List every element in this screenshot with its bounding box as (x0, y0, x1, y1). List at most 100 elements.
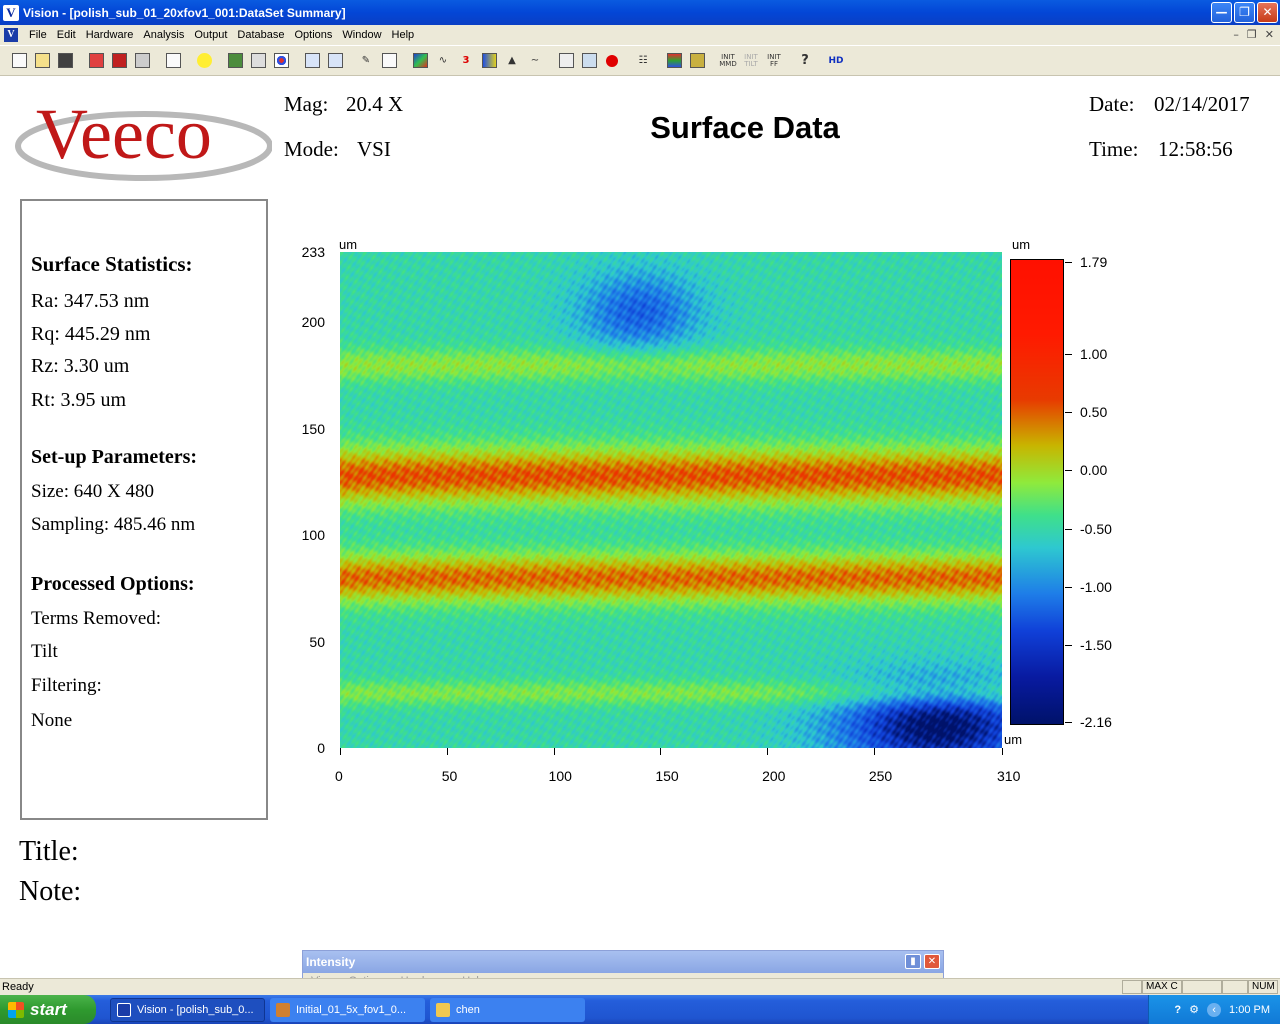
print-icon[interactable] (131, 50, 153, 72)
peak-icon[interactable]: ▲ (501, 50, 523, 72)
restore-button[interactable]: ❐ (1234, 2, 1255, 23)
filter-icon[interactable]: ☷ (632, 50, 654, 72)
vision-icon (117, 1003, 131, 1017)
init-tilt-icon[interactable]: INIT TILT (740, 50, 762, 72)
init-mmd-icon[interactable]: INIT MMD (717, 50, 739, 72)
x-tick-mark (340, 748, 341, 755)
table2-icon[interactable] (324, 50, 346, 72)
title-label: Title: (19, 836, 79, 867)
copy-icon[interactable] (378, 50, 400, 72)
help-tray-icon[interactable]: ? (1174, 1004, 1181, 1016)
chevron-left-icon[interactable]: ‹ (1207, 1002, 1222, 1017)
intensity-close-button[interactable]: ✕ (924, 954, 940, 969)
mdi-close-button[interactable]: ✕ (1265, 28, 1274, 41)
tool-icon[interactable] (663, 50, 685, 72)
menu-hardware[interactable]: Hardware (81, 29, 139, 41)
toolbar: ✎ ∿ 3 ▲ ∼ ☷ INIT MMD INIT TILT INIT FF ?… (0, 46, 1280, 76)
x-tick-mark (660, 748, 662, 755)
task-vision[interactable]: Vision - [polish_sub_0... (110, 998, 265, 1022)
hd-icon[interactable]: HD (825, 50, 847, 72)
minimize-button[interactable]: — (1211, 2, 1232, 23)
mdi-controls: – ❐ ✕ (1233, 28, 1274, 41)
colorbar-tick-mark (1065, 722, 1072, 723)
start-label: start (30, 999, 67, 1019)
menu-analysis[interactable]: Analysis (138, 29, 189, 41)
page-icon[interactable] (162, 50, 184, 72)
print-red-icon[interactable] (85, 50, 107, 72)
x-tick-label: 150 (655, 768, 679, 784)
document-icon[interactable]: V (4, 28, 18, 42)
surface-statistics-heading: Surface Statistics: (31, 252, 193, 276)
x-tick-mark (1002, 748, 1003, 755)
light-icon[interactable] (193, 50, 215, 72)
save-icon[interactable] (54, 50, 76, 72)
status-text: Ready (2, 981, 34, 993)
time-value: 12:58:56 (1158, 137, 1233, 161)
clock[interactable]: 1:00 PM (1229, 1004, 1270, 1016)
task-chen-label: chen (456, 1004, 480, 1016)
mdi-minimize-button[interactable]: – (1233, 28, 1239, 41)
3d-icon[interactable]: 3 (455, 50, 477, 72)
start-button[interactable]: start (0, 995, 96, 1024)
menu-database[interactable]: Database (232, 29, 289, 41)
init-ff-icon[interactable]: INIT FF (763, 50, 785, 72)
close-button[interactable]: ✕ (1257, 2, 1278, 23)
x-tick-label: 50 (441, 768, 458, 784)
table-icon[interactable] (301, 50, 323, 72)
task-vision-label: Vision - [polish_sub_0... (137, 1004, 254, 1016)
intensity-titlebar[interactable]: Intensity ▮ ✕ (303, 951, 943, 973)
stat-ra: Ra: 347.53 nm (31, 290, 150, 312)
window-title: Vision - [polish_sub_01_20xfov1_001:Data… (23, 5, 346, 20)
window-titlebar: V Vision - [polish_sub_01_20xfov1_001:Da… (0, 0, 1280, 25)
ruler-icon[interactable]: ✎ (355, 50, 377, 72)
colorbar-tick-mark (1065, 586, 1072, 588)
task-chen[interactable]: chen (430, 998, 585, 1022)
x-tick-mark (873, 748, 875, 755)
task-initial[interactable]: Initial_01_5x_fov1_0... (270, 998, 425, 1022)
database-icon[interactable] (224, 50, 246, 72)
save-red-icon[interactable] (108, 50, 130, 72)
colorbar-tick-label: -0.50 (1080, 520, 1112, 537)
menu-file[interactable]: File (24, 29, 52, 41)
menu-output[interactable]: Output (189, 29, 232, 41)
dots-icon[interactable] (270, 50, 292, 72)
surface-height-map[interactable] (340, 252, 1002, 748)
task-initial-label: Initial_01_5x_fov1_0... (296, 1004, 407, 1016)
date-label: Date: (1089, 92, 1135, 116)
stage-icon[interactable] (555, 50, 577, 72)
app-icon[interactable]: V (3, 4, 19, 21)
y-tick-label: 200 (301, 314, 325, 331)
new-icon[interactable] (8, 50, 30, 72)
menu-help[interactable]: Help (387, 29, 420, 41)
color-map-icon[interactable] (409, 50, 431, 72)
x-tick-mark (553, 748, 555, 755)
mdi-restore-button[interactable]: ❐ (1247, 28, 1257, 41)
line-plot-icon[interactable]: ∿ (432, 50, 454, 72)
colorbar-tick-label: 1.79 (1080, 254, 1108, 270)
x-tick-label: 250 (868, 768, 893, 784)
help-icon[interactable]: ? (794, 50, 816, 72)
windows-flag-icon (8, 1001, 24, 1018)
intensity-pin-button[interactable]: ▮ (905, 954, 921, 969)
db-grid-icon[interactable] (247, 50, 269, 72)
menu-edit[interactable]: Edit (52, 29, 81, 41)
setup-size: Size: 640 X 480 (31, 481, 154, 502)
menu-bar: V File Edit Hardware Analysis Output Dat… (0, 25, 1280, 45)
chart-icon[interactable] (578, 50, 600, 72)
intensity-icon[interactable] (686, 50, 708, 72)
filtering-label: Filtering: (31, 675, 102, 696)
curve-icon[interactable]: ∼ (524, 50, 546, 72)
open-icon[interactable] (31, 50, 53, 72)
histogram-icon[interactable] (478, 50, 500, 72)
record-icon[interactable] (601, 50, 623, 72)
terms-removed-value: Tilt (31, 641, 58, 662)
colorbar-tick-label: -2.16 (1080, 714, 1112, 730)
menu-window[interactable]: Window (337, 29, 386, 41)
network-tray-icon[interactable]: ⚙ (1189, 1003, 1199, 1016)
x-tick-label: 200 (762, 768, 786, 784)
colorbar (1010, 259, 1064, 725)
menu-options[interactable]: Options (289, 29, 337, 41)
colorbar-tick-label: 0.50 (1080, 404, 1108, 421)
mag-label: Mag: (284, 92, 329, 116)
status-max-c: MAX C (1142, 980, 1182, 994)
